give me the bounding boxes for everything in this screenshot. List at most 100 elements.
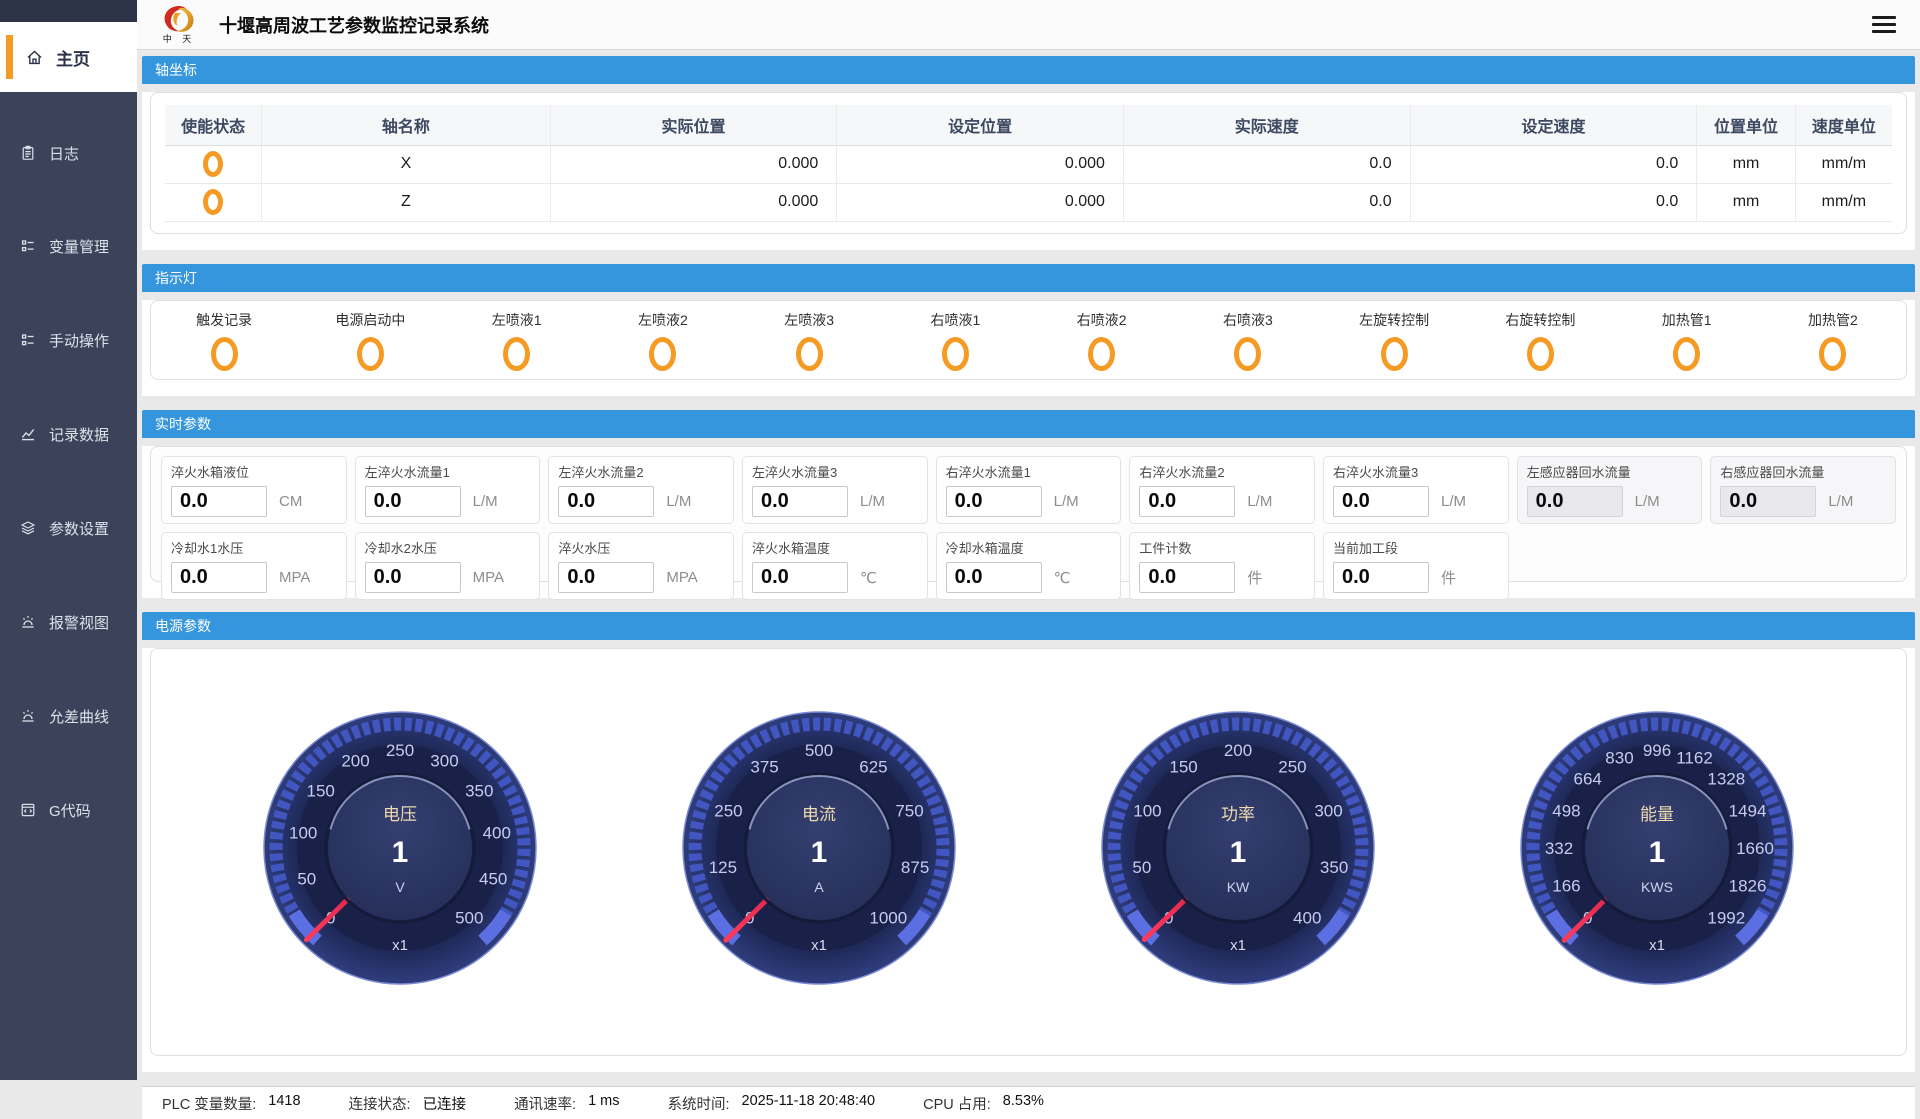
- param-value-input[interactable]: [1333, 486, 1429, 517]
- param-value-input[interactable]: [946, 562, 1042, 593]
- enable-status-cell: [165, 183, 262, 221]
- status-item-label: 连接状态:: [349, 1093, 411, 1114]
- axis-actual-speed-cell: 0.0: [1123, 183, 1410, 221]
- app-header: 中 天 十堰高周波工艺参数监控记录系统: [137, 0, 1920, 50]
- main-column: 中 天 十堰高周波工艺参数监控记录系统 轴坐标 使能状态轴名称实际位置设定位置实…: [137, 0, 1920, 1080]
- svg-text:1162: 1162: [1676, 748, 1713, 767]
- param-unit-label: MPA: [666, 569, 697, 586]
- param-unit-label: L/M: [1635, 493, 1660, 510]
- svg-text:100: 100: [1133, 801, 1161, 820]
- layers-icon: [20, 520, 36, 536]
- svg-text:350: 350: [465, 781, 493, 800]
- brand-logo-icon: [158, 4, 200, 34]
- axis-table-body: X0.0000.0000.00.0mmmm/mZ0.0000.0000.00.0…: [165, 145, 1892, 221]
- gauge-title: 电流: [802, 805, 836, 824]
- svg-text:166: 166: [1552, 876, 1580, 895]
- axis-column-header: 设定速度: [1410, 105, 1697, 145]
- svg-text:375: 375: [750, 757, 778, 776]
- gauge-wrapper: 050100150200250300350400功率1KWx1: [1088, 700, 1388, 1005]
- param-box: 左淬火水流量1 L/M: [355, 456, 541, 524]
- axis-axis-cell: Z: [262, 183, 550, 221]
- param-value-row: L/M: [946, 486, 1112, 517]
- param-value-input[interactable]: [558, 486, 654, 517]
- param-unit-label: L/M: [666, 493, 691, 510]
- param-box: 冷却水2水压MPA: [355, 532, 541, 600]
- param-box: 当前加工段件: [1323, 532, 1509, 600]
- table-row: Z0.0000.0000.00.0mmmm/m: [165, 183, 1892, 221]
- gauge-电流: 01252503755006257508751000电流1Ax1: [669, 700, 969, 1000]
- axis-table-header-row: 使能状态轴名称实际位置设定位置实际速度设定速度位置单位速度单位: [165, 105, 1892, 145]
- svg-text:1328: 1328: [1707, 769, 1745, 788]
- param-value-input[interactable]: [1527, 486, 1623, 517]
- svg-text:450: 450: [479, 869, 507, 888]
- sidebar-item-6[interactable]: 报警视图: [0, 605, 137, 639]
- param-value-input[interactable]: [365, 486, 461, 517]
- menu-icon[interactable]: [1872, 16, 1896, 33]
- sidebar-item-1[interactable]: 日志: [0, 136, 137, 170]
- param-value-input[interactable]: [1139, 486, 1235, 517]
- param-unit-label: MPA: [279, 569, 310, 586]
- sidebar-item-2[interactable]: 变量管理: [0, 229, 137, 263]
- param-value-input[interactable]: [752, 486, 848, 517]
- svg-text:300: 300: [431, 751, 459, 770]
- param-value-input[interactable]: [171, 562, 267, 593]
- sidebar-item-gcode[interactable]: G代码: [0, 793, 137, 827]
- indicator-light-lamp: [503, 337, 530, 371]
- sidebar-item-4[interactable]: 记录数据: [0, 417, 137, 451]
- status-item-value: 1 ms: [588, 1093, 619, 1114]
- param-label: 左淬火水流量3: [752, 462, 918, 481]
- indicator-light-lamp: [1381, 337, 1408, 371]
- param-value-input[interactable]: [946, 486, 1042, 517]
- param-value-input[interactable]: [558, 562, 654, 593]
- param-value-input[interactable]: [1139, 562, 1235, 593]
- sidebar-item-5[interactable]: 参数设置: [0, 511, 137, 545]
- param-label: 淬火水箱温度: [752, 538, 918, 557]
- param-unit-label: CM: [279, 493, 302, 510]
- sidebar-item-label: 报警视图: [49, 612, 109, 633]
- indicator-light-label: 左喷液2: [638, 310, 688, 330]
- sidebar-item-7[interactable]: 允差曲线: [0, 699, 137, 733]
- status-item-value: 已连接: [423, 1093, 467, 1114]
- axis-table: 使能状态轴名称实际位置设定位置实际速度设定速度位置单位速度单位 X0.0000.…: [165, 105, 1892, 222]
- indicator-light-label: 右喷液2: [1077, 310, 1127, 330]
- svg-text:250: 250: [714, 801, 742, 820]
- param-box: 淬火水箱液位CM: [161, 456, 347, 524]
- axis-pos-unit-cell: mm: [1697, 183, 1795, 221]
- svg-text:200: 200: [342, 751, 370, 770]
- status-item: PLC 变量数量:1418: [162, 1093, 301, 1114]
- param-unit-label: ℃: [1054, 569, 1071, 587]
- gauge-value: 1: [811, 836, 828, 869]
- realtime-section: 实时参数 淬火水箱液位CM左淬火水流量1L/M左淬火水流量2L/M左淬火水流量3…: [142, 410, 1915, 598]
- svg-text:830: 830: [1605, 748, 1633, 767]
- param-value-input[interactable]: [752, 562, 848, 593]
- param-value-input[interactable]: [365, 562, 461, 593]
- svg-text:996: 996: [1642, 741, 1670, 760]
- param-value-input[interactable]: [171, 486, 267, 517]
- param-value-row: CM: [171, 486, 337, 517]
- realtime-section-title: 实时参数: [142, 410, 1915, 438]
- param-unit-label: L/M: [473, 493, 498, 510]
- param-value-row: ℃: [752, 562, 918, 593]
- home-icon: [26, 49, 43, 66]
- svg-text:50: 50: [298, 869, 317, 888]
- sidebar-item-3[interactable]: 手动操作: [0, 323, 137, 357]
- indicator-light-item: 右喷液3: [1175, 310, 1321, 371]
- axis-set-speed-cell: 0.0: [1410, 183, 1697, 221]
- param-value-row: MPA: [171, 562, 337, 593]
- indicator-light-item: 触发记录: [151, 310, 297, 371]
- param-label: 左淬火水流量1: [365, 462, 531, 481]
- sidebar-item-0[interactable]: 主页: [0, 22, 137, 92]
- param-unit-label: MPA: [473, 569, 504, 586]
- sidebar: 主页日志变量管理手动操作记录数据参数设置报警视图允差曲线 G代码: [0, 0, 137, 1080]
- sidebar-item-label: 日志: [49, 143, 79, 164]
- param-value-input[interactable]: [1720, 486, 1816, 517]
- param-value-row: L/M: [558, 486, 724, 517]
- axis-column-header: 实际位置: [550, 105, 837, 145]
- sidebar-item-label: 记录数据: [49, 424, 109, 445]
- status-item: 连接状态: 已连接: [349, 1093, 467, 1114]
- param-value-row: L/M: [752, 486, 918, 517]
- indicator-light-item: 左喷液3: [736, 310, 882, 371]
- param-unit-label: L/M: [1247, 493, 1272, 510]
- param-box: 左感应器回水流量L/M: [1517, 456, 1703, 524]
- param-value-input[interactable]: [1333, 562, 1429, 593]
